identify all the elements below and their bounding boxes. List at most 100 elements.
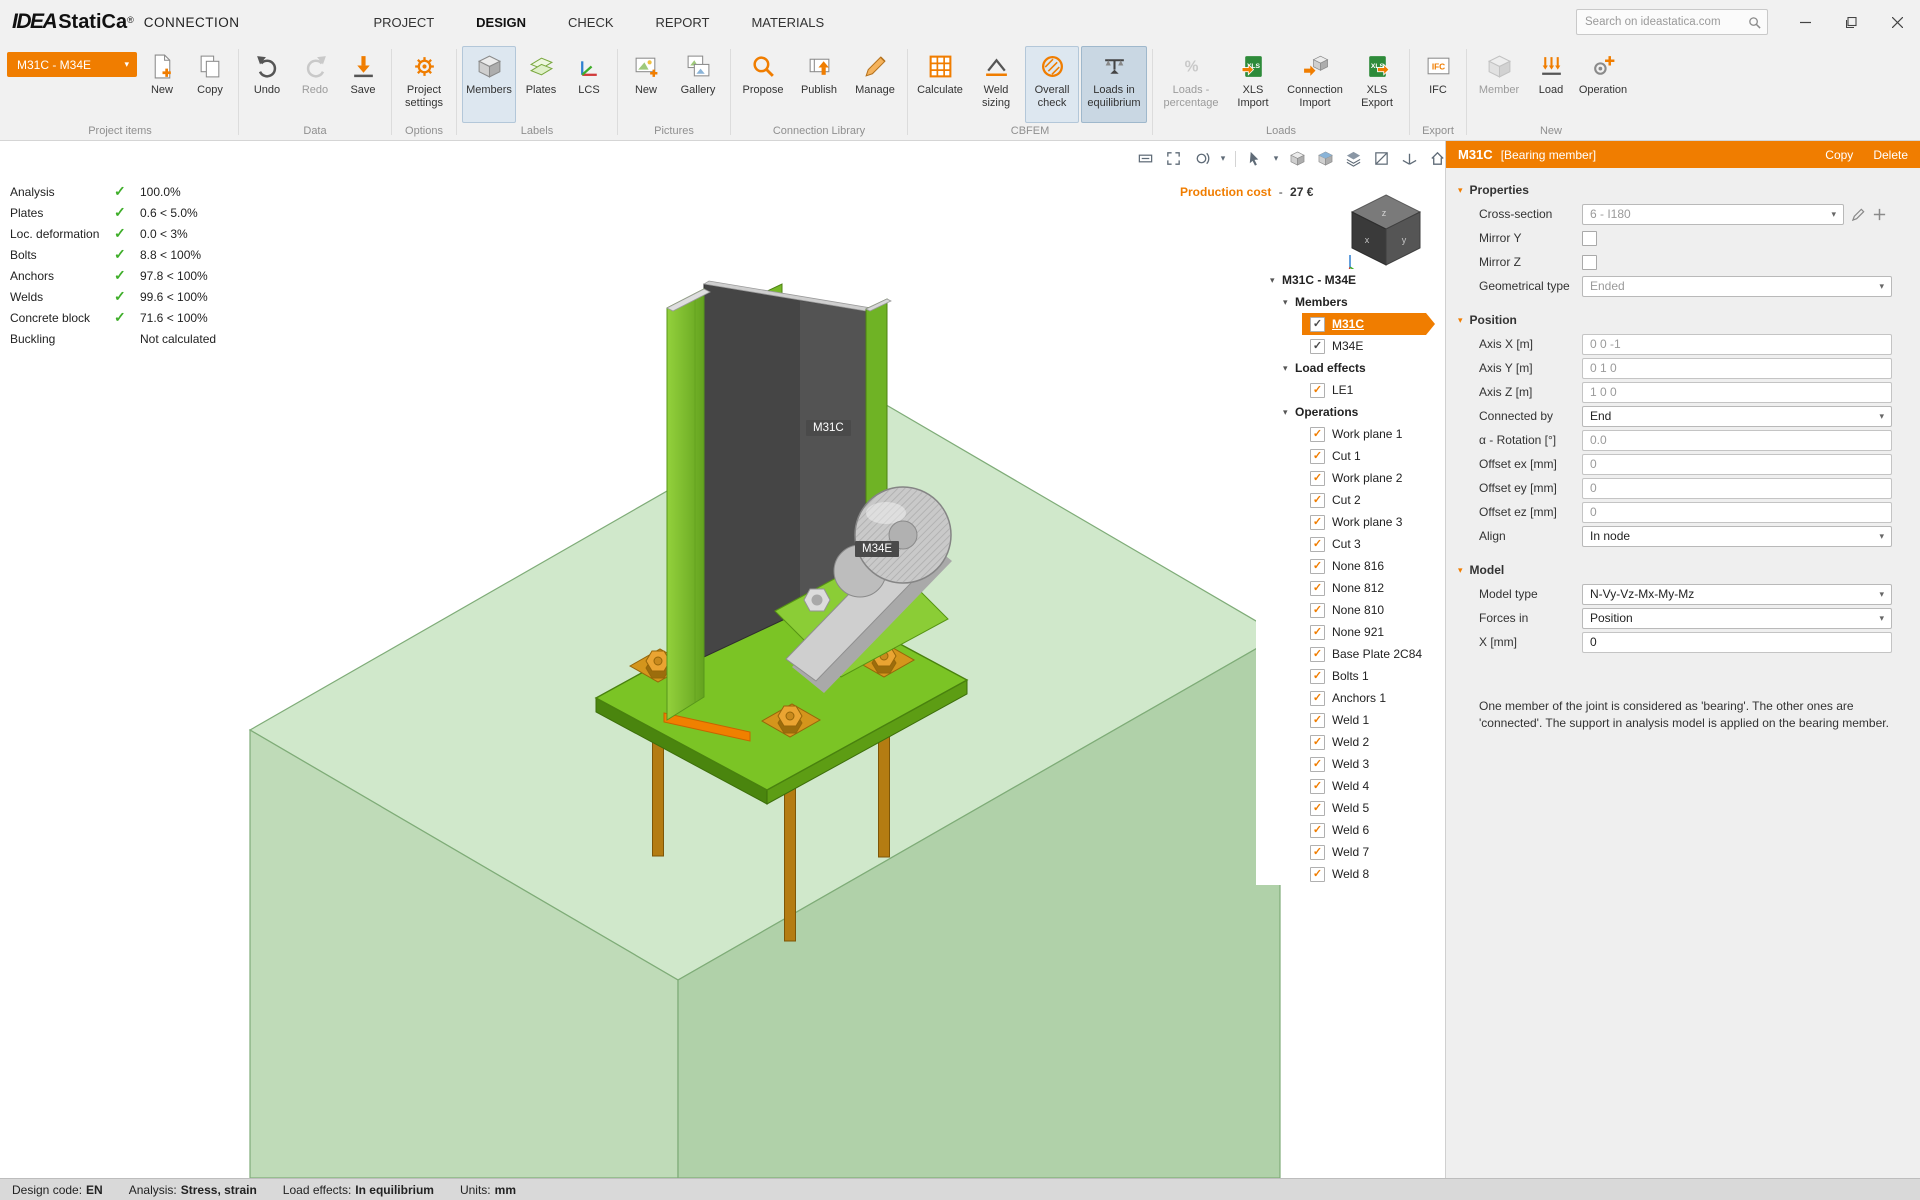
property-select[interactable]: Position▾	[1582, 608, 1892, 629]
add-icon[interactable]	[1872, 207, 1887, 222]
tree-item-operation[interactable]: ✓ Weld 6	[1256, 819, 1445, 841]
tree-item-operation[interactable]: ✓ Weld 4	[1256, 775, 1445, 797]
expander-icon[interactable]: ▾	[1283, 407, 1295, 418]
propose-button[interactable]: Propose	[736, 46, 790, 123]
visibility-checkbox[interactable]: ✓	[1310, 493, 1325, 508]
undo-button[interactable]: Undo	[244, 46, 290, 123]
visibility-checkbox[interactable]: ✓	[1310, 317, 1325, 332]
save-button[interactable]: Save	[340, 46, 386, 123]
tree-item-operation[interactable]: ✓ None 812	[1256, 577, 1445, 599]
tree-item-operation[interactable]: ✓ Work plane 2	[1256, 467, 1445, 489]
tree-item-operation[interactable]: ✓ None 816	[1256, 555, 1445, 577]
visibility-checkbox[interactable]: ✓	[1310, 691, 1325, 706]
new-member-button[interactable]: Member	[1472, 46, 1526, 123]
menu-tab[interactable]: MATERIALS	[735, 8, 840, 37]
section-properties[interactable]: ▾ Properties	[1458, 183, 1920, 197]
tree-section-operations[interactable]: ▾ Operations	[1256, 401, 1445, 423]
visibility-checkbox[interactable]: ✓	[1310, 603, 1325, 618]
tree-section-load-effects[interactable]: ▾ Load effects	[1256, 357, 1445, 379]
visibility-checkbox[interactable]: ✓	[1310, 757, 1325, 772]
property-checkbox[interactable]	[1582, 255, 1597, 270]
joint-selector[interactable]: M31C - M34E ▾	[7, 52, 137, 77]
tree-item-operation[interactable]: ✓ Work plane 3	[1256, 511, 1445, 533]
visibility-checkbox[interactable]: ✓	[1310, 801, 1325, 816]
menu-tab[interactable]: REPORT	[640, 8, 726, 37]
project-settings-button[interactable]: Project settings	[397, 46, 451, 123]
menu-tab[interactable]: DESIGN	[460, 8, 542, 37]
tree-item-operation[interactable]: ✓ None 810	[1256, 599, 1445, 621]
tree-item-operation[interactable]: ✓ Weld 7	[1256, 841, 1445, 863]
tree-root[interactable]: ▾ M31C - M34E	[1256, 269, 1445, 291]
members-labels-toggle[interactable]: Members	[462, 46, 516, 123]
minimize-button[interactable]	[1782, 0, 1828, 44]
visibility-checkbox[interactable]: ✓	[1310, 559, 1325, 574]
lcs-labels-toggle[interactable]: LCS	[566, 46, 612, 123]
ifc-export-button[interactable]: IFC IFC	[1415, 46, 1461, 123]
menu-tab[interactable]: PROJECT	[357, 8, 450, 37]
section-plane-icon[interactable]	[1370, 147, 1393, 170]
tree-item-operation[interactable]: ✓ Base Plate 2C84	[1256, 643, 1445, 665]
loads-in-equilibrium-toggle[interactable]: Loads in equilibrium	[1081, 46, 1147, 123]
connection-import-button[interactable]: Connection Import	[1282, 46, 1348, 123]
property-input[interactable]: 0 0 -1	[1582, 334, 1892, 355]
shaded-view-icon[interactable]	[1314, 147, 1337, 170]
overall-check-button[interactable]: Overall check	[1025, 46, 1079, 123]
property-input[interactable]: 0	[1582, 632, 1892, 653]
xls-import-button[interactable]: XLS Import	[1226, 46, 1280, 123]
orbit-icon[interactable]	[1190, 147, 1213, 170]
visibility-checkbox[interactable]: ✓	[1310, 625, 1325, 640]
zoom-extents-icon[interactable]	[1162, 147, 1185, 170]
redo-button[interactable]: Redo	[292, 46, 338, 123]
tree-item-operation[interactable]: ✓ Weld 2	[1256, 731, 1445, 753]
visibility-checkbox[interactable]: ✓	[1310, 845, 1325, 860]
select-caret-icon[interactable]: ▾	[1271, 153, 1281, 164]
manage-button[interactable]: Manage	[848, 46, 902, 123]
property-select[interactable]: 6 - I180▾	[1582, 204, 1844, 225]
select-mode-icon[interactable]	[1243, 147, 1266, 170]
layers-icon[interactable]	[1342, 147, 1365, 170]
new-picture-button[interactable]: New	[623, 46, 669, 123]
property-input[interactable]: 0 1 0	[1582, 358, 1892, 379]
tree-item-operation[interactable]: ✓ Cut 2	[1256, 489, 1445, 511]
visibility-checkbox[interactable]: ✓	[1310, 383, 1325, 398]
tree-item-operation[interactable]: ✓ Cut 1	[1256, 445, 1445, 467]
expander-icon[interactable]: ▾	[1270, 275, 1282, 286]
tree-item-operation[interactable]: ✓ Anchors 1	[1256, 687, 1445, 709]
new-operation-button[interactable]: Operation	[1576, 46, 1630, 123]
tree-item-operation[interactable]: ✓ Work plane 1	[1256, 423, 1445, 445]
3d-scene[interactable]	[0, 141, 1445, 1178]
tree-item-member[interactable]: ✓ M31C	[1302, 313, 1435, 335]
tree-item-operation[interactable]: ✓ Weld 3	[1256, 753, 1445, 775]
visibility-checkbox[interactable]: ✓	[1310, 779, 1325, 794]
copy-member-button[interactable]: Copy	[1825, 148, 1853, 162]
property-select[interactable]: N-Vy-Vz-Mx-My-Mz▾	[1582, 584, 1892, 605]
delete-member-button[interactable]: Delete	[1873, 148, 1908, 162]
maximize-button[interactable]	[1828, 0, 1874, 44]
property-input[interactable]: 0	[1582, 454, 1892, 475]
visibility-checkbox[interactable]: ✓	[1310, 713, 1325, 728]
iso-view-icon[interactable]	[1286, 147, 1309, 170]
calculate-button[interactable]: Calculate	[913, 46, 967, 123]
home-view-icon[interactable]	[1426, 147, 1445, 170]
visibility-checkbox[interactable]: ✓	[1310, 339, 1325, 354]
tree-item-load-effect[interactable]: ✓ LE1	[1256, 379, 1445, 401]
search-input[interactable]	[1583, 15, 1748, 29]
property-input[interactable]: 0	[1582, 502, 1892, 523]
fit-points-icon[interactable]	[1134, 147, 1157, 170]
visibility-checkbox[interactable]: ✓	[1310, 537, 1325, 552]
visibility-checkbox[interactable]: ✓	[1310, 867, 1325, 882]
3d-viewport[interactable]: Analysis ✓ 100.0% Plates ✓ 0.6 < 5.0% Lo…	[0, 141, 1445, 1178]
section-model[interactable]: ▾ Model	[1458, 563, 1920, 577]
visibility-checkbox[interactable]: ✓	[1310, 735, 1325, 750]
property-input[interactable]: 0.0	[1582, 430, 1892, 451]
gallery-button[interactable]: Gallery	[671, 46, 725, 123]
property-select[interactable]: In node▾	[1582, 526, 1892, 547]
tree-item-operation[interactable]: ✓ Weld 5	[1256, 797, 1445, 819]
axes-icon[interactable]	[1398, 147, 1421, 170]
new-load-button[interactable]: Load	[1528, 46, 1574, 123]
tree-item-operation[interactable]: ✓ Weld 1	[1256, 709, 1445, 731]
plates-labels-toggle[interactable]: Plates	[518, 46, 564, 123]
visibility-checkbox[interactable]: ✓	[1310, 427, 1325, 442]
visibility-checkbox[interactable]: ✓	[1310, 647, 1325, 662]
property-select[interactable]: Ended▾	[1582, 276, 1892, 297]
